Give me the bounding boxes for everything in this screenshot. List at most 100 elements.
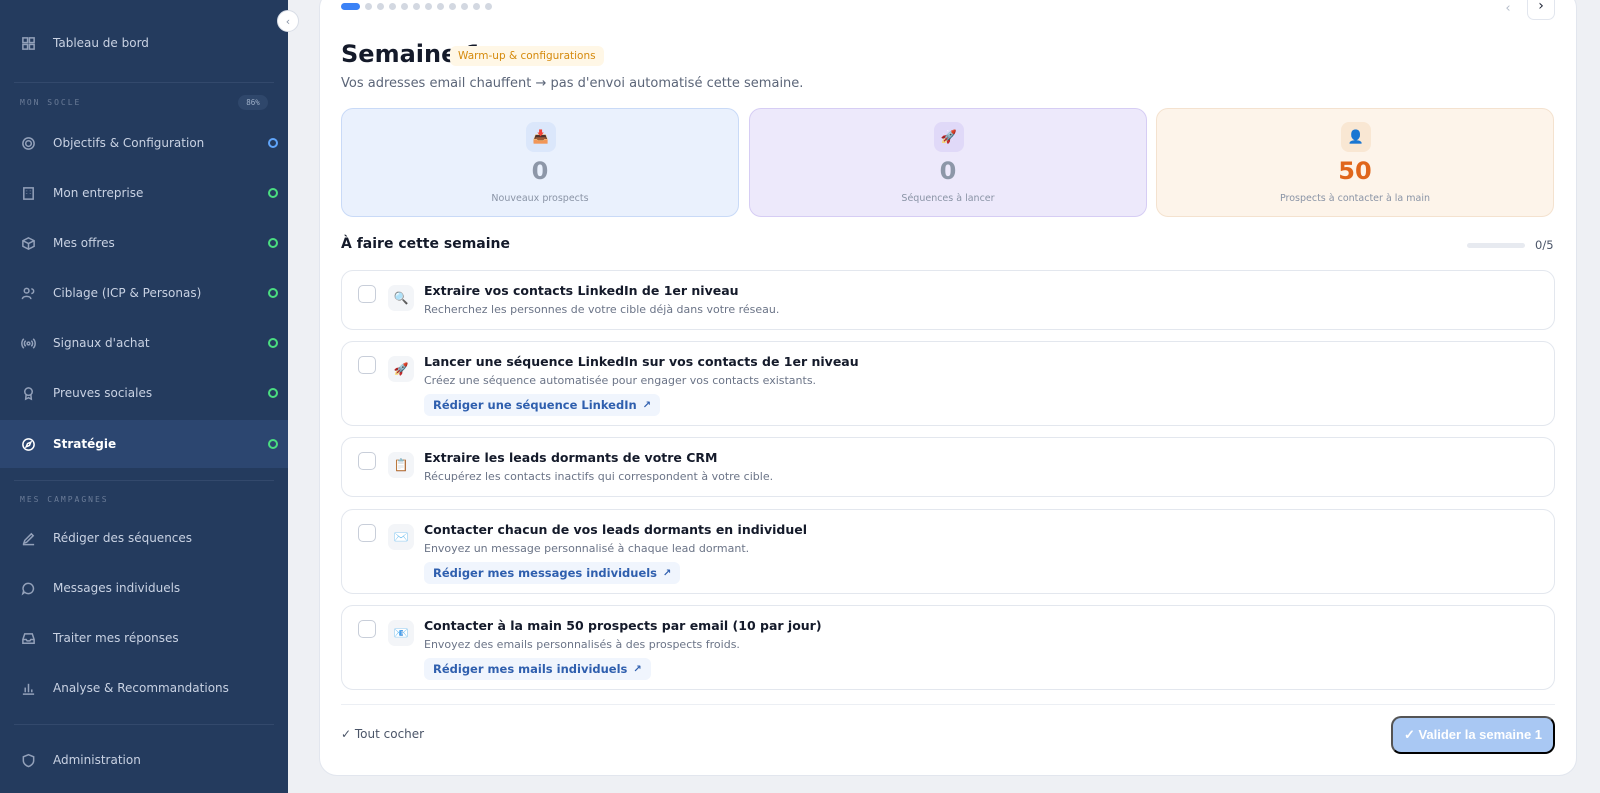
external-link-icon: ↗	[642, 399, 652, 411]
week-dot-current[interactable]	[341, 3, 360, 10]
inbox-tray-icon: 📥	[526, 122, 556, 152]
stat-card-manual-prospects: 👤 50 Prospects à contacter à la main	[1156, 108, 1554, 217]
sidebar-item-label: Messages individuels	[53, 581, 181, 595]
sidebar-item-label: Ciblage (ICP & Personas)	[53, 286, 202, 300]
sidebar-item-label: Rédiger des séquences	[53, 531, 193, 545]
compass-icon	[20, 436, 36, 452]
building-icon	[20, 185, 36, 201]
clipboard-icon: 📋	[388, 452, 414, 478]
week-dot[interactable]	[461, 3, 468, 10]
write-individual-mails-link[interactable]: Rédiger mes mails individuels ↗	[424, 658, 651, 680]
sidebar-item-administration[interactable]: Administration	[0, 736, 288, 784]
sidebar-item-ciblage[interactable]: Ciblage (ICP & Personas)	[0, 269, 288, 317]
sidebar-item-reponses[interactable]: Traiter mes réponses	[0, 614, 288, 662]
sidebar-item-entreprise[interactable]: Mon entreprise	[0, 169, 288, 217]
week-phase-badge: Warm-up & configurations	[450, 46, 604, 66]
task-description: Recherchez les personnes de votre cible …	[424, 303, 780, 316]
chat-icon	[20, 580, 36, 596]
week-dot[interactable]	[413, 3, 420, 10]
sidebar-item-messages[interactable]: Messages individuels	[0, 564, 288, 612]
chevron-right-icon: ›	[1538, 0, 1544, 14]
section-label-campagnes: MES CAMPAGNES	[20, 495, 109, 504]
week-dot[interactable]	[401, 3, 408, 10]
stat-card-sequences: 🚀 0 Séquences à lancer	[749, 108, 1147, 217]
section-label-socle: MON SOCLE	[20, 98, 82, 107]
task-item: 📋 Extraire les leads dormants de votre C…	[341, 437, 1555, 497]
sidebar-item-label: Mon entreprise	[53, 186, 144, 200]
task-title: Extraire les leads dormants de votre CRM	[424, 450, 718, 465]
task-item: 🚀 Lancer une séquence LinkedIn sur vos c…	[341, 341, 1555, 426]
person-icon: 👤	[1341, 122, 1371, 152]
task-description: Envoyez un message personnalisé à chaque…	[424, 542, 750, 555]
stat-value: 0	[531, 157, 549, 185]
week-dot[interactable]	[473, 3, 480, 10]
divider	[14, 724, 274, 725]
status-dot	[268, 138, 278, 148]
sidebar-item-signaux[interactable]: Signaux d'achat	[0, 319, 288, 367]
sidebar-item-analyse[interactable]: Analyse & Recommandations	[0, 664, 288, 712]
task-checkbox[interactable]	[358, 620, 376, 638]
link-label: Rédiger une séquence LinkedIn	[433, 398, 637, 412]
sidebar-item-label: Tableau de bord	[53, 36, 149, 50]
week-dot[interactable]	[425, 3, 432, 10]
check-all-button[interactable]: ✓ Tout cocher	[341, 727, 424, 741]
stat-label: Séquences à lancer	[901, 193, 995, 204]
status-dot	[268, 388, 278, 398]
sidebar-item-label: Stratégie	[53, 437, 117, 451]
sidebar-item-label: Preuves sociales	[53, 386, 153, 400]
sidebar-item-sequences[interactable]: Rédiger des séquences	[0, 514, 288, 562]
next-week-button[interactable]: ›	[1527, 0, 1555, 20]
sidebar-item-objectifs[interactable]: Objectifs & Configuration	[0, 119, 288, 167]
grid-icon	[20, 35, 36, 51]
envelope-icon: ✉️	[388, 524, 414, 550]
inbox-icon	[20, 630, 36, 646]
sidebar-item-strategie[interactable]: Stratégie	[0, 420, 288, 468]
sidebar-item-dashboard[interactable]: Tableau de bord	[0, 19, 288, 67]
sidebar-item-label: Objectifs & Configuration	[53, 136, 205, 150]
sidebar-item-label: Administration	[53, 753, 141, 767]
week-dot[interactable]	[485, 3, 492, 10]
package-icon	[20, 235, 36, 251]
write-linkedin-sequence-link[interactable]: Rédiger une séquence LinkedIn ↗	[424, 394, 661, 416]
chevron-left-icon: ‹	[285, 14, 291, 28]
target-icon	[20, 135, 36, 151]
task-description: Envoyez des emails personnalisés à des p…	[424, 638, 740, 651]
status-dot	[268, 439, 278, 449]
shield-icon	[20, 752, 36, 768]
todo-progress-bar	[1467, 243, 1525, 248]
stat-card-new-prospects: 📥 0 Nouveaux prospects	[341, 108, 739, 217]
week-dot[interactable]	[437, 3, 444, 10]
status-dot	[268, 188, 278, 198]
link-label: Rédiger mes messages individuels	[433, 566, 658, 580]
todo-count: 0/5	[1535, 238, 1554, 252]
magnifier-icon: 🔍	[388, 285, 414, 311]
week-dot[interactable]	[449, 3, 456, 10]
validate-week-button[interactable]: ✓ Valider la semaine 1	[1391, 716, 1555, 754]
write-individual-messages-link[interactable]: Rédiger mes messages individuels ↗	[424, 562, 681, 584]
sidebar-item-label: Signaux d'achat	[53, 336, 150, 350]
task-title: Contacter chacun de vos leads dormants e…	[424, 522, 808, 537]
task-title: Contacter à la main 50 prospects par ema…	[424, 618, 822, 633]
task-title: Lancer une séquence LinkedIn sur vos con…	[424, 354, 859, 369]
previous-week-button[interactable]: ‹	[1497, 0, 1519, 19]
external-link-icon: ↗	[663, 567, 672, 579]
sidebar-item-offres[interactable]: Mes offres	[0, 219, 288, 267]
pencil-icon	[20, 530, 36, 546]
week-dot[interactable]	[365, 3, 372, 10]
week-subtitle: Vos adresses email chauffent → pas d'env…	[341, 76, 804, 91]
chevron-left-icon: ‹	[1505, 0, 1511, 16]
award-icon	[20, 385, 36, 401]
collapse-sidebar-button[interactable]: ‹	[277, 10, 299, 32]
task-checkbox[interactable]	[358, 285, 376, 303]
bar-chart-icon	[20, 680, 36, 696]
task-checkbox[interactable]	[358, 356, 376, 374]
sidebar-item-label: Analyse & Recommandations	[53, 681, 229, 695]
task-checkbox[interactable]	[358, 452, 376, 470]
sidebar-item-label: Mes offres	[53, 236, 115, 250]
week-dot[interactable]	[389, 3, 396, 10]
task-checkbox[interactable]	[358, 524, 376, 542]
rocket-icon: 🚀	[388, 356, 414, 382]
week-dot[interactable]	[377, 3, 384, 10]
sidebar-item-preuves[interactable]: Preuves sociales	[0, 369, 288, 417]
stat-value: 0	[939, 157, 957, 185]
